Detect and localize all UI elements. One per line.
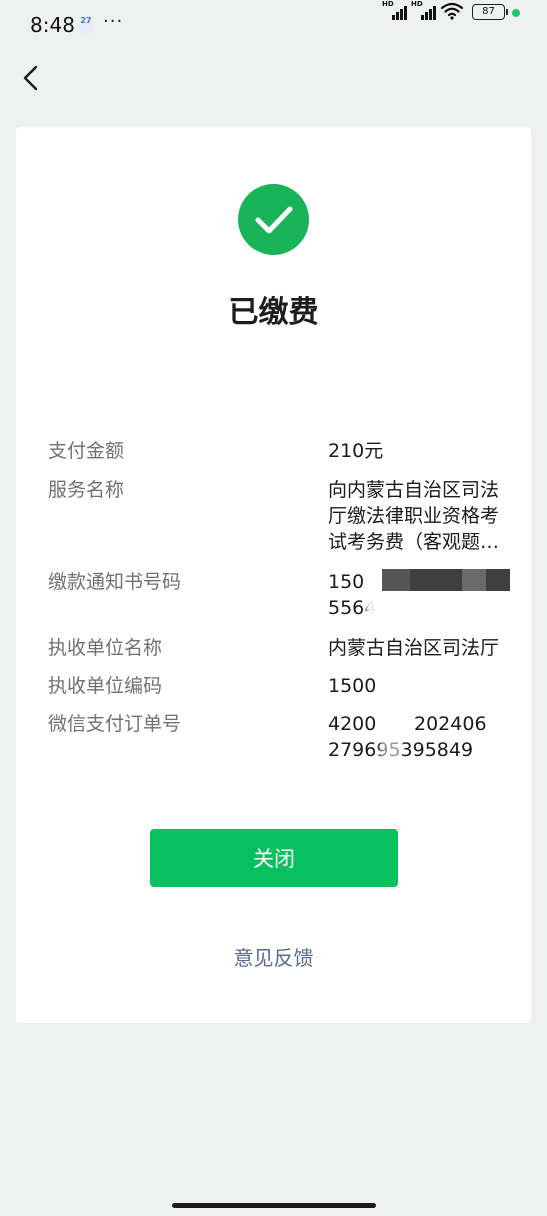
wifi-icon [441,2,463,20]
detail-label: 执收单位名称 [48,637,163,659]
home-indicator[interactable] [172,1203,376,1208]
battery-cap [506,9,508,15]
payment-result-card: 已缴费 支付金额 210元 服务名称 向内蒙古自治区司法厅缴法律职业资格考试考务… [16,127,531,1023]
redaction-block [410,569,462,591]
detail-row-unit-code: 执收单位编码 1500 [48,673,499,703]
detail-label: 服务名称 [48,479,125,501]
check-circle-icon [238,184,309,255]
chevron-left-icon [23,65,38,91]
hd-label: HD [382,0,394,8]
detail-value: 210元 [328,440,384,462]
order-number-end: 202406 [414,713,487,735]
detail-label: 支付金额 [48,440,125,462]
redaction-block [486,569,510,591]
close-button[interactable]: 关闭 [150,829,398,887]
detail-label: 缴款通知书号码 [48,571,182,593]
feedback-link[interactable]: 意见反馈 [16,942,531,971]
detail-row-service: 服务名称 向内蒙古自治区司法厅缴法律职业资格考试考务费（客观题… [48,477,499,557]
detail-value: 4200 202406 279695395849 [328,711,500,763]
page-title: 已缴费 [228,295,319,330]
order-number-start: 4200 [328,713,377,735]
detail-row-notice-number: 缴款通知书号码 150 5564 [48,567,510,625]
back-button[interactable] [14,60,50,96]
detail-value: 向内蒙古自治区司法厅缴法律职业资格考试考务费（客观题… [328,479,500,553]
redaction-blur [380,739,402,763]
detail-row-amount: 支付金额 210元 [48,438,499,468]
detail-value-line: 5564 [328,597,377,619]
detail-value-line: 4200 202406 [328,711,500,737]
redaction-block [382,569,410,591]
detail-value: 内蒙古自治区司法厅 [328,637,500,659]
detail-label: 执收单位编码 [48,675,163,697]
cellular-signal-2-icon: HD [411,0,437,22]
detail-row-order-number: 微信支付订单号 4200 202406 279695395849 [48,711,499,767]
battery-icon: 87 [472,4,505,20]
calendar-notification-icon: 27 [79,16,93,33]
detail-row-unit-name: 执收单位名称 内蒙古自治区司法厅 [48,635,499,665]
detail-label: 微信支付订单号 [48,713,182,735]
privacy-indicator-dot [512,9,520,17]
more-notifications-icon: ··· [103,11,124,32]
hd-label: HD [411,0,423,8]
redaction-blur [378,673,418,699]
status-bar: 8:48 27 ··· HD HD 87 [0,0,547,52]
cellular-signal-1-icon: HD [382,0,408,22]
detail-value-line: 279695395849 [328,737,500,763]
status-time: 8:48 [30,13,75,37]
redaction-block [462,569,486,591]
